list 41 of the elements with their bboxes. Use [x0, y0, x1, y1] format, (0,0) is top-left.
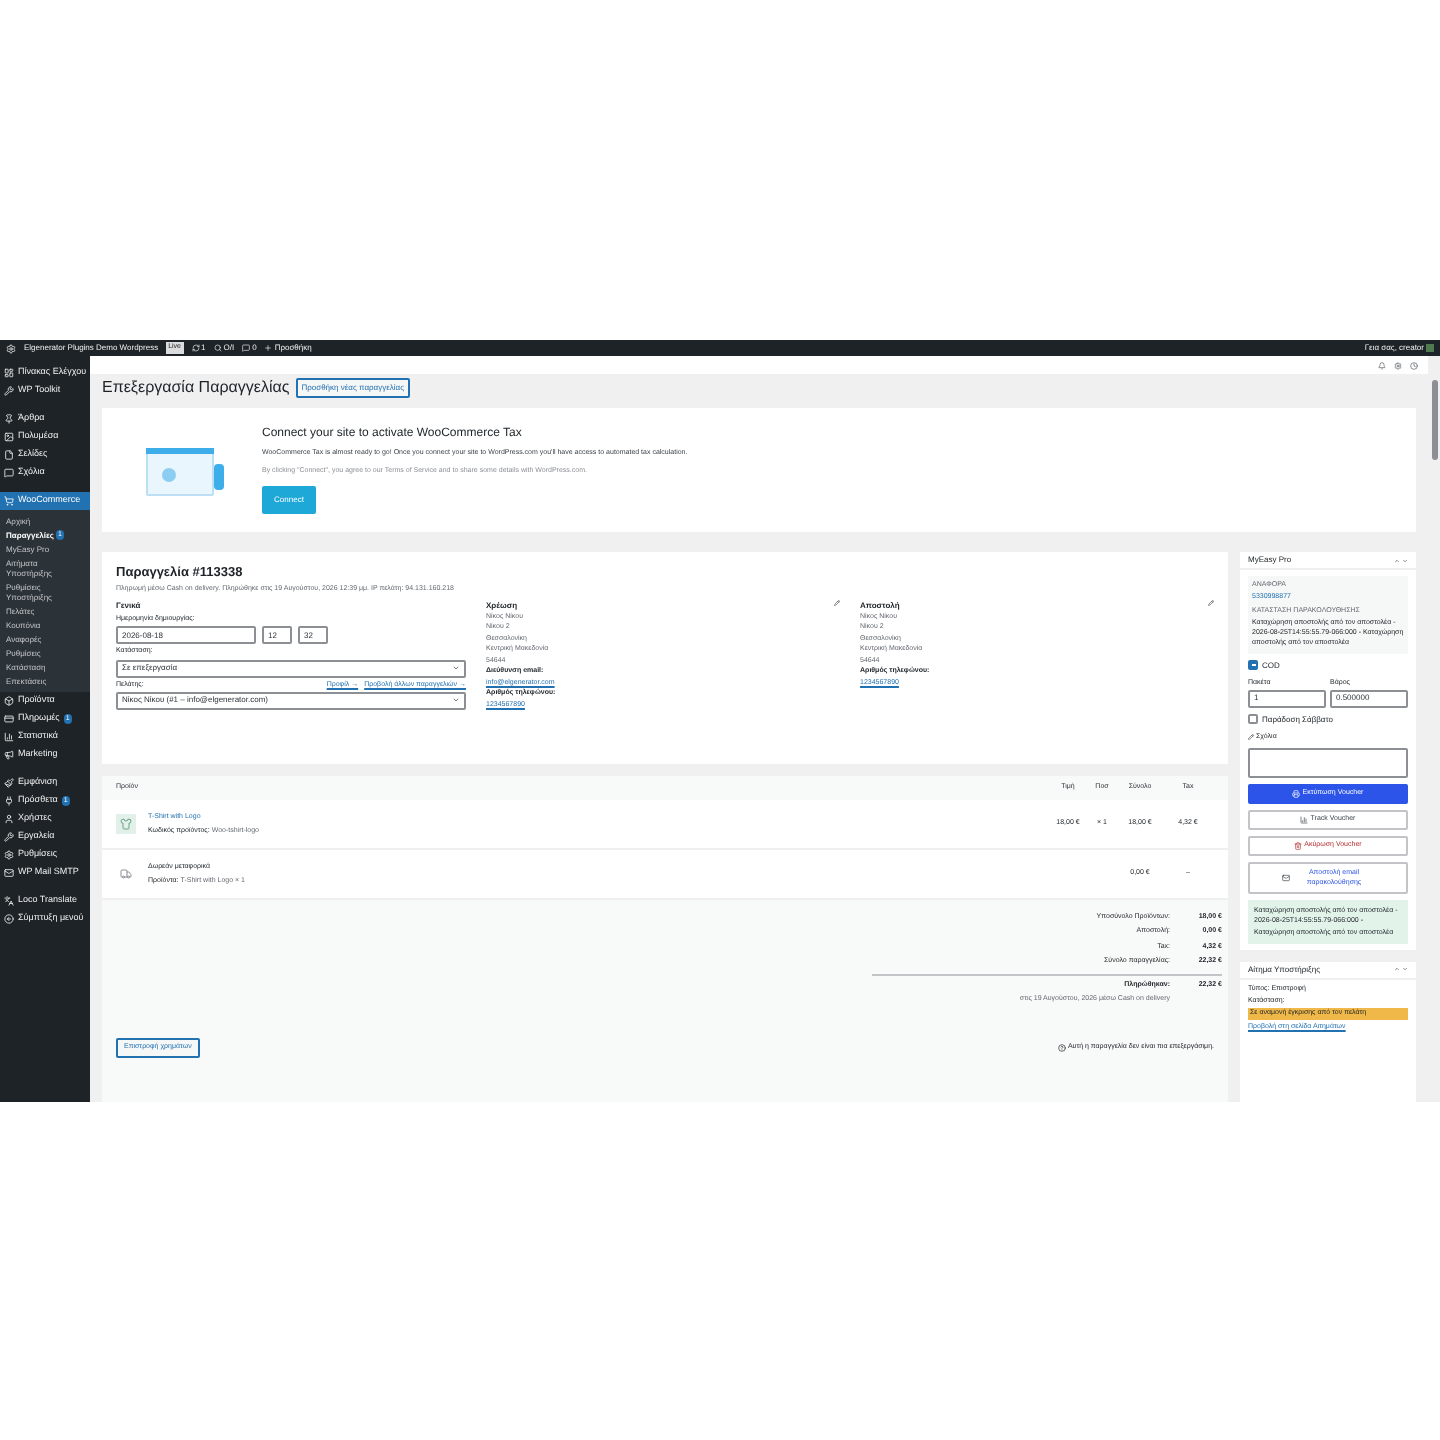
bell-icon[interactable]	[1378, 361, 1386, 369]
menu-icon	[4, 368, 14, 378]
refresh-icon	[191, 344, 199, 352]
printer-icon	[1292, 790, 1301, 798]
avatar	[1426, 344, 1434, 352]
plus-icon	[264, 344, 273, 352]
truck-icon	[120, 868, 132, 880]
menu-icon	[4, 732, 14, 742]
menu-icon	[4, 696, 14, 706]
mail-icon	[1282, 874, 1290, 882]
edit-icon[interactable]	[834, 600, 840, 606]
menu-icon	[4, 714, 14, 724]
menu-icon	[4, 778, 14, 788]
menu-icon	[4, 432, 14, 442]
edit-icon[interactable]	[1208, 600, 1214, 606]
menu-icon	[4, 450, 14, 460]
pencil-icon	[1248, 733, 1254, 740]
clock-icon[interactable]	[1410, 361, 1418, 369]
bar-chart-icon	[1300, 816, 1309, 824]
menu-icon	[4, 750, 14, 760]
trash-icon	[1294, 842, 1303, 850]
help-icon	[1057, 1043, 1066, 1051]
menu-icon	[4, 868, 14, 878]
menu-icon	[4, 914, 14, 924]
menu-icon	[4, 796, 14, 806]
menu-icon	[4, 414, 14, 424]
menu-icon	[4, 850, 14, 860]
comment-icon	[242, 344, 251, 352]
checkbox[interactable]	[1248, 660, 1258, 670]
menu-icon	[4, 496, 14, 506]
settings-icon[interactable]	[1394, 361, 1402, 369]
comments-field[interactable]	[1248, 748, 1408, 778]
menu-icon	[4, 832, 14, 842]
menu-icon	[4, 468, 14, 478]
menu-icon	[4, 386, 14, 396]
search-icon	[213, 344, 222, 352]
menu-icon	[4, 814, 14, 824]
checkbox[interactable]	[1248, 714, 1258, 725]
scrollbar[interactable]	[1428, 356, 1440, 1102]
menu-icon	[4, 896, 14, 906]
page-title: Επεξεργασία Παραγγελίας	[102, 376, 290, 400]
